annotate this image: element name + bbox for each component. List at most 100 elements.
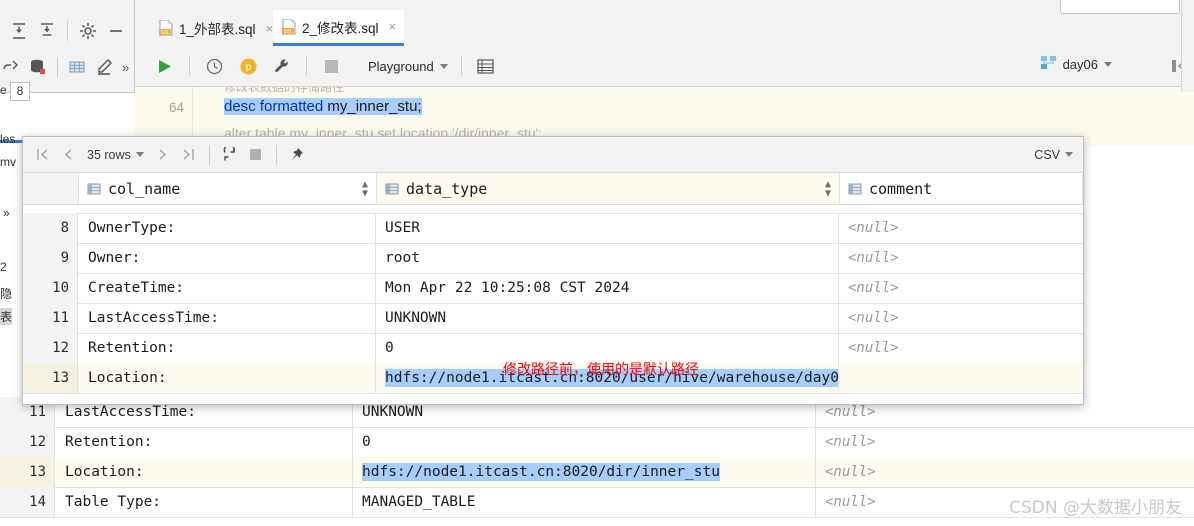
last-page-icon[interactable]: [176, 142, 202, 168]
minimize-icon[interactable]: [107, 22, 125, 40]
table-row[interactable]: 13 Location: hdfs://node1.itcast.cn:8020/d…: [0, 457, 1194, 488]
cell-value-selected: hdfs://node1.itcast.cn:8020/user/hive/wa…: [385, 369, 838, 387]
export-format-selector[interactable]: CSV: [1034, 148, 1073, 162]
sort-arrows-icon[interactable]: ▲ ▼: [825, 179, 831, 198]
tab-2-modify-table[interactable]: SQL 2_修改表.sql ×: [273, 10, 405, 46]
editor-ghost-comment: 修改表数据的存储路径: [224, 86, 345, 94]
cell-comment[interactable]: <null>: [839, 243, 1083, 273]
cell-col-name[interactable]: Table Type:: [55, 487, 353, 517]
editor-action-toolbar: p Playground day06: [134, 46, 1194, 87]
svg-text:SQL: SQL: [283, 29, 292, 35]
export-format-label: CSV: [1034, 147, 1060, 162]
cell-data-type[interactable]: MANAGED_TABLE: [353, 487, 816, 517]
expand-all-icon[interactable]: [10, 22, 28, 40]
tab-1-external-table[interactable]: SQL 1_外部表.sql ×: [150, 10, 281, 46]
cell-col-name[interactable]: CreateTime:: [78, 273, 376, 303]
cell-comment[interactable]: <null>: [839, 213, 1083, 243]
row-number: 12: [23, 333, 78, 363]
collapse-all-icon[interactable]: [38, 22, 56, 40]
database-icon[interactable]: [29, 58, 47, 76]
more-chevrons-icon[interactable]: »: [122, 60, 129, 75]
cell-data-type[interactable]: UNKNOWN: [376, 303, 839, 333]
cell-col-name[interactable]: Location:: [55, 457, 353, 487]
sidebar-fragment-table[interactable]: 表: [0, 308, 13, 325]
refresh-icon[interactable]: [217, 142, 243, 168]
next-page-icon[interactable]: [150, 142, 176, 168]
first-page-icon[interactable]: [29, 142, 55, 168]
table-row[interactable]: 12 Retention: 0 <null>: [0, 427, 1194, 458]
sql-file-icon: SQL: [281, 18, 296, 35]
cell-data-type[interactable]: 0: [376, 333, 839, 363]
cell-col-name[interactable]: LastAccessTime:: [78, 303, 376, 333]
sidebar-fragment-two[interactable]: 2: [0, 260, 7, 274]
left-tool-row-top: [0, 14, 134, 48]
sidebar-fragment-more[interactable]: »: [3, 206, 10, 220]
chevron-down-icon: [439, 63, 448, 69]
column-header-comment[interactable]: comment: [840, 173, 1083, 204]
table-grid-icon[interactable]: [68, 58, 86, 76]
cell-comment[interactable]: <null>: [839, 333, 1083, 363]
cell-data-type[interactable]: 0: [353, 427, 816, 457]
row-count-label: 35 rows: [87, 147, 131, 162]
cell-comment[interactable]: <null>: [839, 303, 1083, 333]
table-row[interactable]: 11 LastAccessTime: UNKNOWN <null>: [23, 303, 1083, 334]
cell-col-name[interactable]: Retention:: [78, 333, 376, 363]
schema-label: day06: [1062, 57, 1098, 72]
table-row[interactable]: 12 Retention: 0 <null>: [23, 333, 1083, 364]
table-row[interactable]: 9 Owner: root <null>: [23, 243, 1083, 274]
cell-data-type[interactable]: hdfs://node1.itcast.cn:8020/dir/inner_st…: [353, 457, 816, 487]
tab-close-icon[interactable]: ×: [266, 21, 274, 36]
cell-col-name[interactable]: Owner:: [78, 243, 376, 273]
chevron-down-icon: [135, 152, 144, 157]
cell-comment[interactable]: <null>: [816, 457, 1194, 487]
editor-current-line[interactable]: desc formatted my_inner_stu;: [224, 98, 422, 115]
svg-text:SQL: SQL: [160, 30, 169, 36]
table-row[interactable]: 13 Location: hdfs://node1.itcast.cn:8020/u…: [23, 363, 1083, 394]
zoom-level-field[interactable]: 8: [10, 82, 30, 101]
cell-comment[interactable]: [839, 363, 1083, 393]
cell-data-type[interactable]: USER: [376, 213, 839, 243]
cell-data-type[interactable]: Mon Apr 22 10:25:08 CST 2024: [376, 273, 839, 303]
cell-comment[interactable]: <null>: [816, 427, 1194, 457]
row-number-header: [23, 173, 79, 204]
cell-col-name[interactable]: Location:: [78, 363, 376, 393]
sort-arrows-icon[interactable]: ▲ ▼: [362, 179, 368, 198]
run-configuration-label: Playground: [368, 58, 434, 74]
data-grid-icon[interactable]: [469, 47, 503, 85]
zoom-prefix-label: e: [0, 83, 7, 97]
editor-keyword-token: desc formatted: [224, 98, 324, 115]
sidebar-fragment-tables[interactable]: les: [0, 132, 15, 146]
history-clock-icon[interactable]: [197, 47, 231, 85]
row-count-selector[interactable]: 35 rows: [81, 148, 150, 162]
cell-col-name[interactable]: OwnerType:: [78, 213, 376, 243]
right-edge-strip: [1181, 0, 1194, 92]
svg-text:p: p: [245, 62, 251, 73]
wrench-icon[interactable]: [265, 47, 299, 85]
column-header-data-type[interactable]: data_type ▲ ▼: [377, 173, 840, 204]
sql-script-icon[interactable]: [2, 58, 20, 76]
table-row[interactable]: 10 CreateTime: Mon Apr 22 10:25:08 CST 202…: [23, 273, 1083, 304]
cell-data-type[interactable]: root: [376, 243, 839, 273]
sidebar-fragment-mv[interactable]: mv: [0, 155, 16, 169]
run-button[interactable]: [148, 47, 182, 85]
table-row[interactable]: 8 OwnerType: USER <null>: [23, 213, 1083, 244]
pin-icon[interactable]: [284, 142, 310, 168]
cell-col-name[interactable]: Retention:: [55, 427, 353, 457]
editor-tab-strip: SQL 1_外部表.sql × SQL 2_修改表.sql ×: [134, 0, 1194, 47]
run-configuration-selector[interactable]: Playground: [362, 59, 454, 74]
prev-page-icon[interactable]: [55, 142, 81, 168]
column-header-col-name[interactable]: col_name ▲ ▼: [79, 173, 377, 204]
chevron-down-icon: [1065, 152, 1073, 157]
edit-pencil-icon[interactable]: [95, 58, 113, 76]
sidebar-fragment-hidden[interactable]: 隐: [0, 285, 12, 302]
session-badge-icon[interactable]: p: [231, 47, 265, 85]
cell-data-type[interactable]: hdfs://node1.itcast.cn:8020/user/hive/wa…: [376, 363, 839, 393]
toolbar-separator: [275, 144, 277, 165]
cell-comment[interactable]: <null>: [839, 273, 1083, 303]
toolbar-separator: [208, 144, 210, 165]
schema-selector[interactable]: day06: [1040, 56, 1112, 73]
settings-gear-icon[interactable]: [79, 22, 97, 40]
toolbar-separator: [460, 56, 462, 76]
row-number: 13: [23, 363, 78, 393]
tab-close-icon[interactable]: ×: [389, 19, 397, 34]
